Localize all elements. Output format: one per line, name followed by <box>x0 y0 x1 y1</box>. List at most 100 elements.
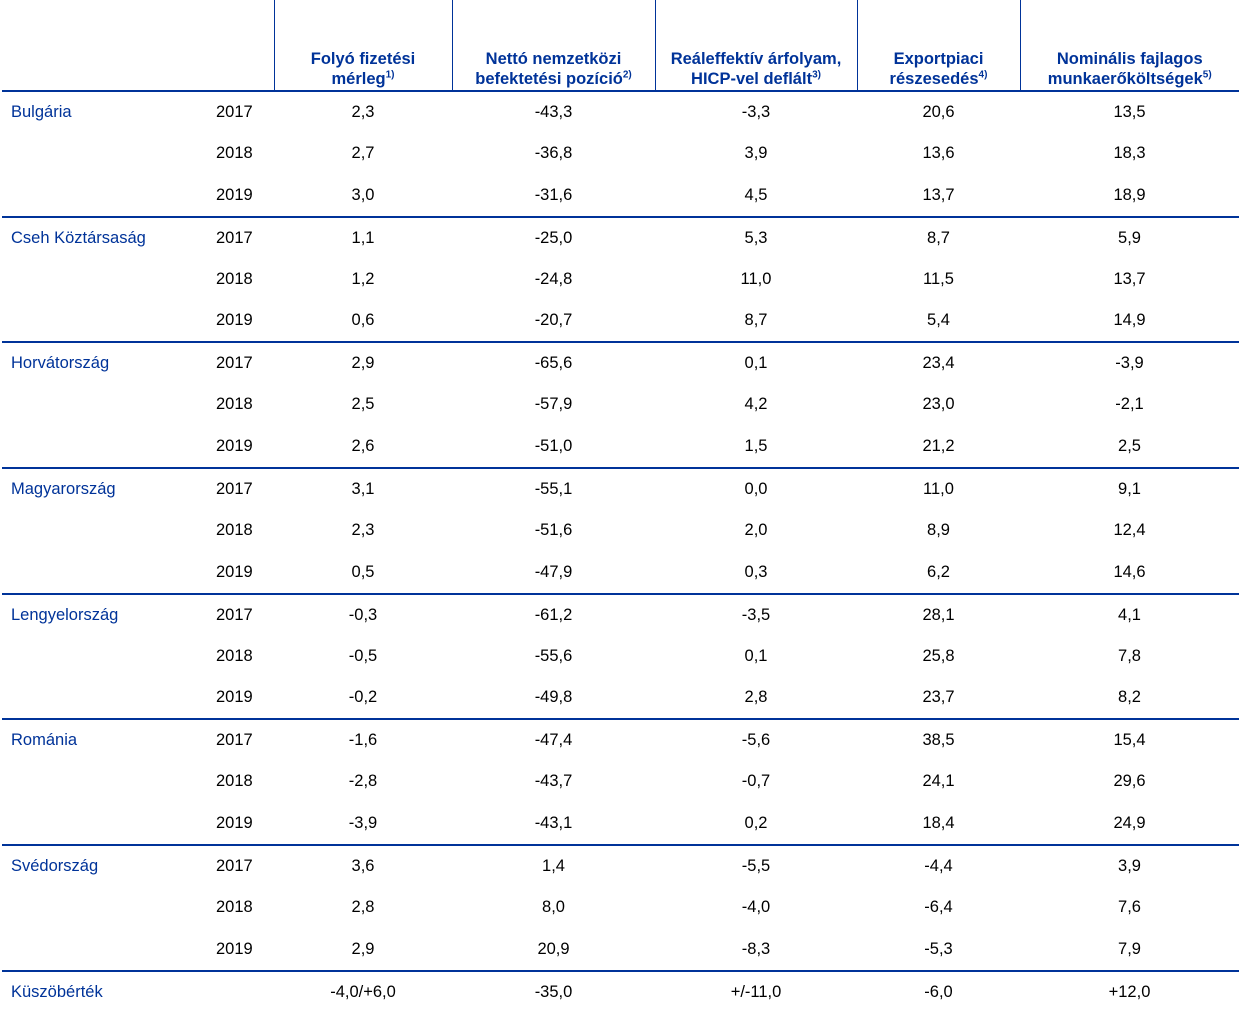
value-cell: 1,4 <box>542 857 565 876</box>
country-name <box>2 677 204 721</box>
value-cell: -61,2 <box>534 605 573 624</box>
value-cell: 20,6 <box>922 103 955 121</box>
table-row: 2018 -2,8 -43,7 -0,7 24,1 29,6 <box>2 761 1239 803</box>
value-cell: 24,1 <box>922 772 955 791</box>
value-cell: 2,9 <box>274 928 452 972</box>
indicator-table: Folyó fizetési mérleg1) Nettó nemzetközi… <box>2 0 1239 1017</box>
table-row: 2018 -0,5 -55,6 0,1 25,8 7,8 <box>2 636 1239 678</box>
table-row: Bulgária 2017 2,3 -43,3 -3,3 20,6 13,5 <box>2 91 1239 133</box>
value-cell: 2,7 <box>351 143 375 162</box>
value-cell: 4,2 <box>744 395 768 414</box>
value-cell: -4,0 <box>741 897 771 916</box>
threshold-value: -4,0/+6,0 <box>330 982 396 1001</box>
value-cell: -5,6 <box>741 731 771 750</box>
header-niip: Nettó nemzetközi befektetési pozíció2) <box>451 0 655 92</box>
value-cell: -51,0 <box>452 426 655 470</box>
value-cell: -2,1 <box>1115 395 1144 414</box>
value-cell: 7,8 <box>1118 646 1141 665</box>
value-cell: 29,6 <box>1113 772 1146 791</box>
value-cell: -6,4 <box>924 897 953 916</box>
value-cell: 0,2 <box>655 803 857 847</box>
value-cell: 3,9 <box>1118 857 1141 876</box>
value-cell: 24,9 <box>1020 803 1239 847</box>
year-cell: 2019 <box>204 300 274 344</box>
value-cell: 2,3 <box>351 520 375 539</box>
footnote-ref: 5) <box>1202 69 1212 81</box>
value-cell: -2,8 <box>348 772 378 791</box>
value-cell: -43,1 <box>452 803 655 847</box>
year-cell: 2017 <box>216 228 253 247</box>
value-cell: 14,6 <box>1020 551 1239 595</box>
year-cell: 2018 <box>216 772 253 791</box>
value-cell: 2,5 <box>1020 426 1239 470</box>
value-cell: 2,0 <box>744 520 768 539</box>
value-cell: 3,0 <box>274 174 452 218</box>
value-cell: 28,1 <box>922 605 955 624</box>
value-cell: -43,7 <box>534 772 573 791</box>
value-cell: 0,6 <box>274 300 452 344</box>
value-cell: 1,1 <box>351 228 375 247</box>
year-cell: 2018 <box>216 897 253 916</box>
value-cell: 18,3 <box>1113 143 1146 162</box>
value-cell: -3,3 <box>741 103 771 121</box>
year-cell: 2018 <box>216 395 253 414</box>
country-name <box>2 426 204 470</box>
value-cell: -3,9 <box>1115 354 1144 373</box>
table-row: 2018 2,7 -36,8 3,9 13,6 18,3 <box>2 133 1239 175</box>
value-cell: -51,6 <box>534 520 573 539</box>
footnote-ref: 3) <box>812 69 821 81</box>
year-cell: 2018 <box>216 520 253 539</box>
value-cell: 38,5 <box>922 731 955 750</box>
year-cell: 2019 <box>204 803 274 847</box>
value-cell: 2,5 <box>351 395 375 414</box>
value-cell: -49,8 <box>452 677 655 721</box>
threshold-value: -35,0 <box>534 982 573 1001</box>
value-cell: 8,9 <box>927 520 950 539</box>
country-name: Cseh Köztársaság <box>11 228 146 247</box>
value-cell: 11,0 <box>923 480 954 499</box>
table-row: 2018 2,5 -57,9 4,2 23,0 -2,1 <box>2 384 1239 426</box>
value-cell: 8,7 <box>655 300 857 344</box>
value-cell: 20,9 <box>452 928 655 972</box>
value-cell: 5,9 <box>1118 228 1141 247</box>
country-name <box>2 551 204 595</box>
country-name <box>2 803 204 847</box>
table-row: 2019 -0,2 -49,8 2,8 23,7 8,2 <box>2 677 1239 721</box>
value-cell: 14,9 <box>1020 300 1239 344</box>
country-name: Románia <box>11 731 78 750</box>
value-cell: 7,9 <box>1020 928 1239 972</box>
value-cell: 0,5 <box>274 551 452 595</box>
value-cell: -4,4 <box>924 857 953 876</box>
year-cell: 2017 <box>216 605 253 624</box>
country-name <box>2 133 204 175</box>
table-row: Horvátország 2017 2,9 -65,6 0,1 23,4 -3,9 <box>2 342 1239 384</box>
value-cell: 0,1 <box>744 354 768 373</box>
footnote-ref: 2) <box>622 69 632 81</box>
table-row: Cseh Köztársaság 2017 1,1 -25,0 5,3 8,7 5,9 <box>2 217 1239 259</box>
table-row: 2019 3,0 -31,6 4,5 13,7 18,9 <box>2 174 1239 218</box>
value-cell: 13,5 <box>1113 103 1146 121</box>
value-cell: 0,3 <box>655 551 857 595</box>
table-row: 2018 1,2 -24,8 11,0 11,5 13,7 <box>2 259 1239 301</box>
year-cell: 2017 <box>216 480 253 499</box>
value-cell: -0,5 <box>348 646 378 665</box>
table-body: Bulgária 2017 2,3 -43,3 -3,3 20,6 13,5 2018 2,7 -… <box>2 91 1239 1017</box>
value-cell: 18,9 <box>1020 174 1239 218</box>
country-name <box>2 510 204 552</box>
table-row: 2019 0,5 -47,9 0,3 6,2 14,6 <box>2 551 1239 595</box>
value-cell: 2,9 <box>351 354 375 373</box>
year-cell: 2017 <box>216 103 253 121</box>
year-cell: 2018 <box>216 269 253 288</box>
value-cell: -43,3 <box>534 103 573 121</box>
value-cell: -65,6 <box>534 354 573 373</box>
table-row: Románia 2017 -1,6 -47,4 -5,6 38,5 15,4 <box>2 719 1239 761</box>
footnote-ref: 1) <box>385 69 395 81</box>
table-row: 2018 2,3 -51,6 2,0 8,9 12,4 <box>2 510 1239 552</box>
value-cell: -8,3 <box>655 928 857 972</box>
value-cell: -20,7 <box>452 300 655 344</box>
value-cell: 3,1 <box>351 480 375 499</box>
value-cell: -55,6 <box>534 646 573 665</box>
value-cell: -57,9 <box>534 395 573 414</box>
value-cell: 11,5 <box>923 269 954 288</box>
table-row: Lengyelország 2017 -0,3 -61,2 -3,5 28,1 4,1 <box>2 594 1239 636</box>
